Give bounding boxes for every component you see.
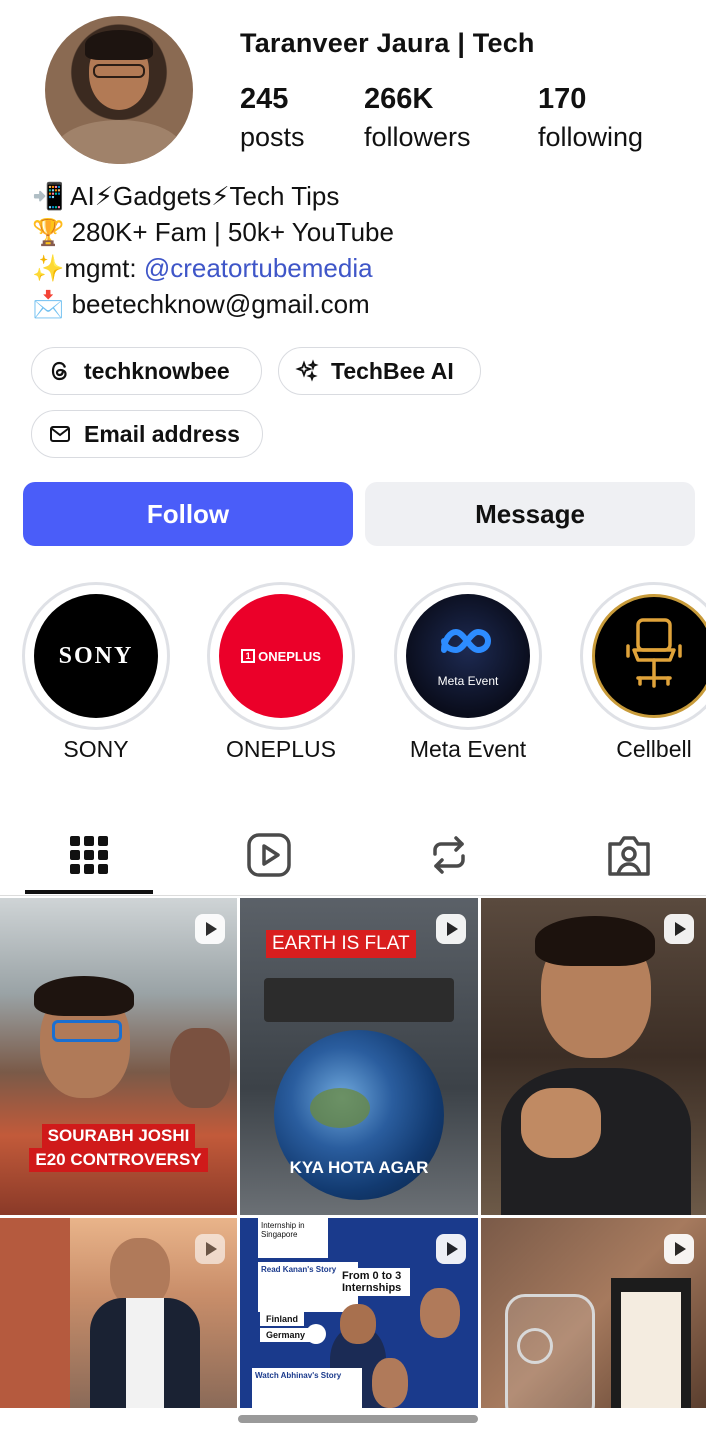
post-text: Watch Abhinav's Story [252,1368,362,1408]
bio-mgmt-prefix: ✨mgmt: [32,253,144,283]
post-text: Germany [260,1328,312,1342]
following-label: following [538,122,644,152]
tab-tagged[interactable] [564,820,694,890]
grid-icon [70,836,108,874]
reel-badge-icon [436,1234,466,1264]
post-tile[interactable] [0,1218,237,1408]
post-caption: KYA HOTA AGAR [289,1158,429,1177]
followers-label: followers [364,122,471,152]
post-text: Internship in Singapore [258,1218,328,1258]
post-tile[interactable]: SOURABH JOSHI E20 CONTROVERSY [0,898,237,1215]
active-tab-indicator [25,890,153,894]
follow-button[interactable]: Follow [23,482,353,546]
posts-number: 245 [240,83,289,115]
threads-icon [51,361,67,381]
post-tile[interactable]: EARTH IS FLAT KYA HOTA AGAR [240,898,478,1215]
post-caption: E20 CONTROVERSY [29,1148,208,1172]
reel-badge-icon [664,1234,694,1264]
techbee-ai-label: TechBee AI [331,357,454,384]
post-tile[interactable]: Internship in Singapore Read Kanan's Sto… [240,1218,478,1408]
post-text: From 0 to 3 Internships [340,1268,410,1296]
meta-logo-icon [441,628,492,654]
following-count[interactable]: 170 following [538,82,643,158]
following-number: 170 [538,83,587,115]
mail-icon [50,426,70,442]
highlight-cellbell[interactable]: Cellbell [579,582,706,763]
reel-badge-icon [195,914,225,944]
tab-posts-grid[interactable] [24,820,154,890]
chair-icon [626,618,682,688]
oneplus-logo: 1 ONEPLUS [241,649,321,664]
home-indicator [238,1415,478,1423]
mention-link[interactable]: @creatortubemedia [144,253,373,283]
profile-avatar[interactable] [45,16,193,164]
profile-name: Taranveer Jaura | Tech [240,28,535,58]
post-tile[interactable] [481,1218,706,1408]
profile-bio: 📲 AI⚡Gadgets⚡Tech Tips 🏆 280K+ Fam | 50k… [32,178,394,322]
ai-sparkle-icon [295,359,319,382]
email-chip[interactable]: Email address [31,410,263,458]
meta-event-cover-text: Meta Event [437,674,499,688]
post-tile[interactable] [481,898,706,1215]
reel-badge-icon [436,914,466,944]
posts-label: posts [240,122,305,152]
techbee-ai-chip[interactable]: TechBee AI [278,347,481,395]
highlight-label: ONEPLUS [226,736,336,762]
followers-number: 266K [364,83,434,115]
post-caption: SOURABH JOSHI [41,1124,196,1148]
highlight-label: Meta Event [409,736,527,762]
highlight-sony[interactable]: SONY SONY [21,582,171,763]
bio-line: 📲 AI⚡Gadgets⚡Tech Tips [32,181,340,211]
post-text: Finland [260,1312,304,1326]
tagged-icon [608,836,650,876]
followers-count[interactable]: 266K followers [364,82,471,158]
reel-badge-icon [195,1234,225,1264]
threads-chip[interactable]: techknowbee [31,347,262,395]
message-button[interactable]: Message [365,482,695,546]
email-chip-label: Email address [84,420,240,447]
bio-line: 📩 beetechknow@gmail.com [32,289,370,319]
highlight-oneplus[interactable]: 1 ONEPLUS ONEPLUS [206,582,356,763]
post-caption: EARTH IS FLAT [266,930,416,958]
reels-icon [247,833,291,877]
reel-badge-icon [664,914,694,944]
bio-line: ✨mgmt: @creatortubemedia [32,250,394,286]
tab-reels[interactable] [204,820,334,890]
posts-count[interactable]: 245 posts [240,82,305,158]
reposts-icon [433,836,465,874]
tab-reposts[interactable] [384,820,514,890]
tabs-divider [0,895,706,896]
threads-chip-label: techknowbee [84,357,230,384]
highlight-label: SONY [63,736,129,762]
highlight-meta-event[interactable]: Meta Event Meta Event [393,582,543,763]
bio-line: 🏆 280K+ Fam | 50k+ YouTube [32,217,394,247]
sony-logo: SONY [58,642,134,669]
highlight-label: Cellbell [616,736,692,762]
